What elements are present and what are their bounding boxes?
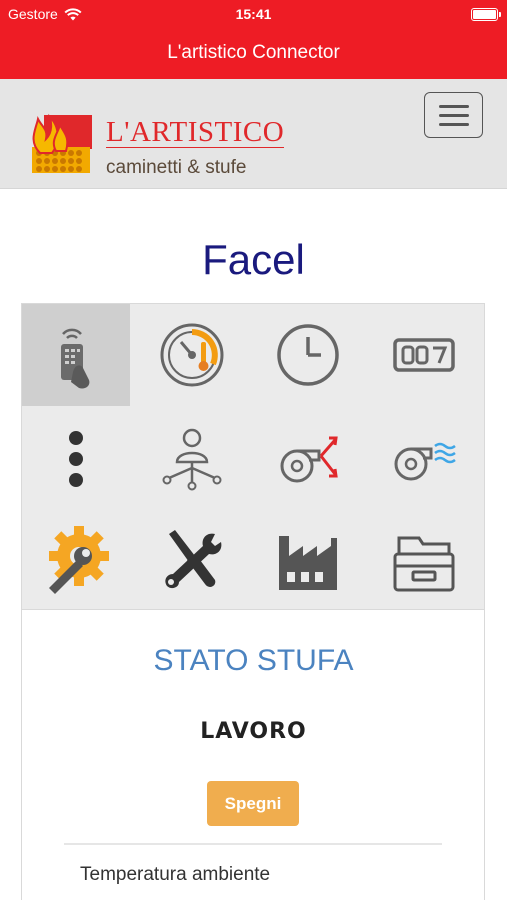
factory-button[interactable] xyxy=(254,510,362,612)
brand-name: L'ARTISTICO xyxy=(106,116,285,148)
menu-bar-top xyxy=(439,105,469,108)
clock-time: 15:41 xyxy=(235,6,272,22)
clock-icon xyxy=(277,324,339,386)
remote-control-icon xyxy=(61,328,90,389)
clock-button[interactable] xyxy=(254,304,362,406)
user-network-icon xyxy=(162,428,222,491)
device-name: Facel xyxy=(202,236,305,283)
display-counter-icon xyxy=(393,338,455,372)
status-bar: Gestore 15:41 xyxy=(0,0,507,30)
battery-icon xyxy=(471,8,501,21)
hamburger-menu-button[interactable] xyxy=(424,92,483,138)
turn-off-button[interactable]: Spegni xyxy=(207,781,299,826)
ambient-temperature-label: Temperatura ambiente xyxy=(80,864,271,885)
stove-status-title: STATO STUFA xyxy=(153,644,354,677)
fan-air-icon xyxy=(394,442,456,481)
user-network-button[interactable] xyxy=(138,408,246,510)
remote-control-button[interactable] xyxy=(22,304,130,406)
fan-split-button[interactable] xyxy=(254,408,362,510)
stove-state-value: LAVORO xyxy=(200,719,307,744)
more-options-button[interactable] xyxy=(22,408,130,510)
flame-logo-icon xyxy=(32,113,92,173)
app-title: L'artistico Connector xyxy=(167,42,340,63)
display-button[interactable] xyxy=(370,304,478,406)
brand-tagline: caminetti & stufe xyxy=(106,157,247,178)
tools-icon xyxy=(165,530,222,589)
app-nav-bar: L'artistico Connector xyxy=(0,30,507,79)
gear-wrench-icon xyxy=(49,526,109,594)
brand-logo[interactable]: L'ARTISTICO caminetti & stufe xyxy=(26,101,285,181)
function-grid xyxy=(21,303,485,610)
fan-split-icon xyxy=(280,436,338,483)
tools-button[interactable] xyxy=(138,510,246,612)
fan-air-button[interactable] xyxy=(370,408,478,510)
site-header: L'ARTISTICO caminetti & stufe xyxy=(0,79,507,189)
settings-button[interactable] xyxy=(22,510,130,612)
section-divider xyxy=(64,843,442,845)
more-options-icon xyxy=(69,431,83,487)
archive-icon xyxy=(393,536,455,592)
menu-bar-bottom xyxy=(439,123,469,126)
menu-bar-middle xyxy=(439,114,469,117)
archive-button[interactable] xyxy=(370,510,478,612)
thermostat-button[interactable] xyxy=(138,304,246,406)
thermostat-dial-icon xyxy=(160,323,224,387)
factory-icon xyxy=(279,536,337,590)
